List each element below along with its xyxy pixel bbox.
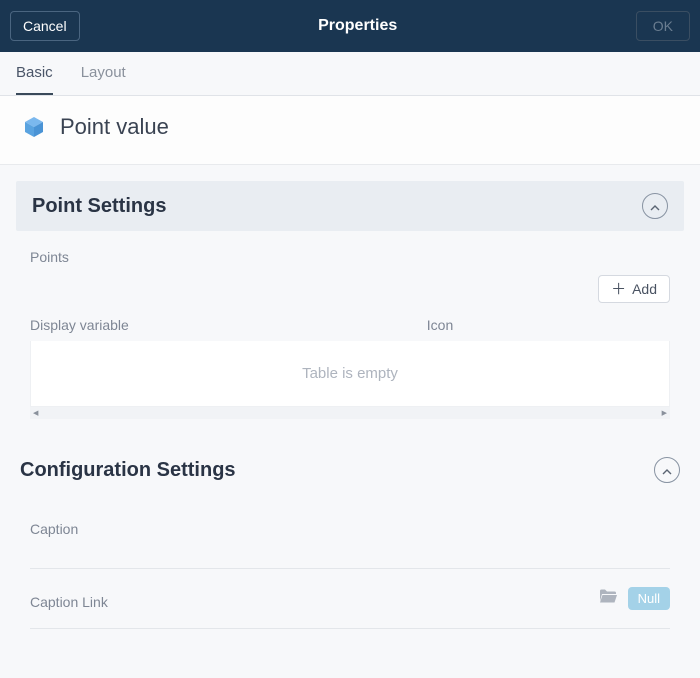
- caption-link-actions: Null: [598, 587, 670, 610]
- add-row: ＋ Add: [16, 275, 684, 313]
- plus-icon: ＋: [611, 282, 626, 297]
- dialog-header: Cancel Properties OK: [0, 0, 700, 52]
- section-title-config-settings: Configuration Settings: [20, 459, 236, 482]
- collapse-button-point-settings[interactable]: [642, 193, 668, 219]
- scroll-right-icon: ▶: [662, 409, 667, 417]
- horizontal-scrollbar[interactable]: ◀ ▶: [30, 407, 670, 419]
- page-title: Point value: [60, 114, 169, 140]
- column-display-variable: Display variable: [30, 317, 427, 333]
- points-label: Points: [16, 245, 684, 275]
- caption-label: Caption: [30, 521, 670, 537]
- table-empty-text: Table is empty: [302, 365, 398, 382]
- title-row: Point value: [0, 96, 700, 165]
- content: Point Settings Points ＋ Add Display vari…: [0, 165, 700, 629]
- cancel-button[interactable]: Cancel: [10, 11, 80, 41]
- section-header-config-settings: Configuration Settings: [16, 445, 684, 495]
- section-title-point-settings: Point Settings: [32, 195, 166, 218]
- column-icon: Icon: [427, 317, 670, 333]
- ok-button[interactable]: OK: [636, 11, 690, 41]
- add-button-label: Add: [632, 281, 657, 297]
- tab-layout[interactable]: Layout: [81, 64, 126, 95]
- cube-icon: [22, 115, 46, 139]
- chevron-up-icon: [662, 463, 672, 478]
- table-header: Display variable Icon: [16, 313, 684, 341]
- caption-link-field[interactable]: Caption Link Null: [30, 569, 670, 629]
- collapse-button-config-settings[interactable]: [654, 457, 680, 483]
- table-body: Table is empty: [30, 341, 670, 407]
- scroll-left-icon: ◀: [33, 409, 38, 417]
- tabs: Basic Layout: [0, 52, 700, 96]
- config-body: Caption Caption Link Null: [16, 509, 684, 629]
- caption-field[interactable]: Caption: [30, 509, 670, 569]
- section-header-point-settings: Point Settings: [16, 181, 684, 231]
- tab-basic[interactable]: Basic: [16, 64, 53, 95]
- null-badge[interactable]: Null: [628, 587, 670, 610]
- add-button[interactable]: ＋ Add: [598, 275, 670, 303]
- dialog-title: Properties: [318, 17, 397, 35]
- chevron-up-icon: [650, 199, 660, 214]
- caption-link-label: Caption Link: [30, 594, 108, 610]
- folder-open-icon[interactable]: [598, 588, 618, 609]
